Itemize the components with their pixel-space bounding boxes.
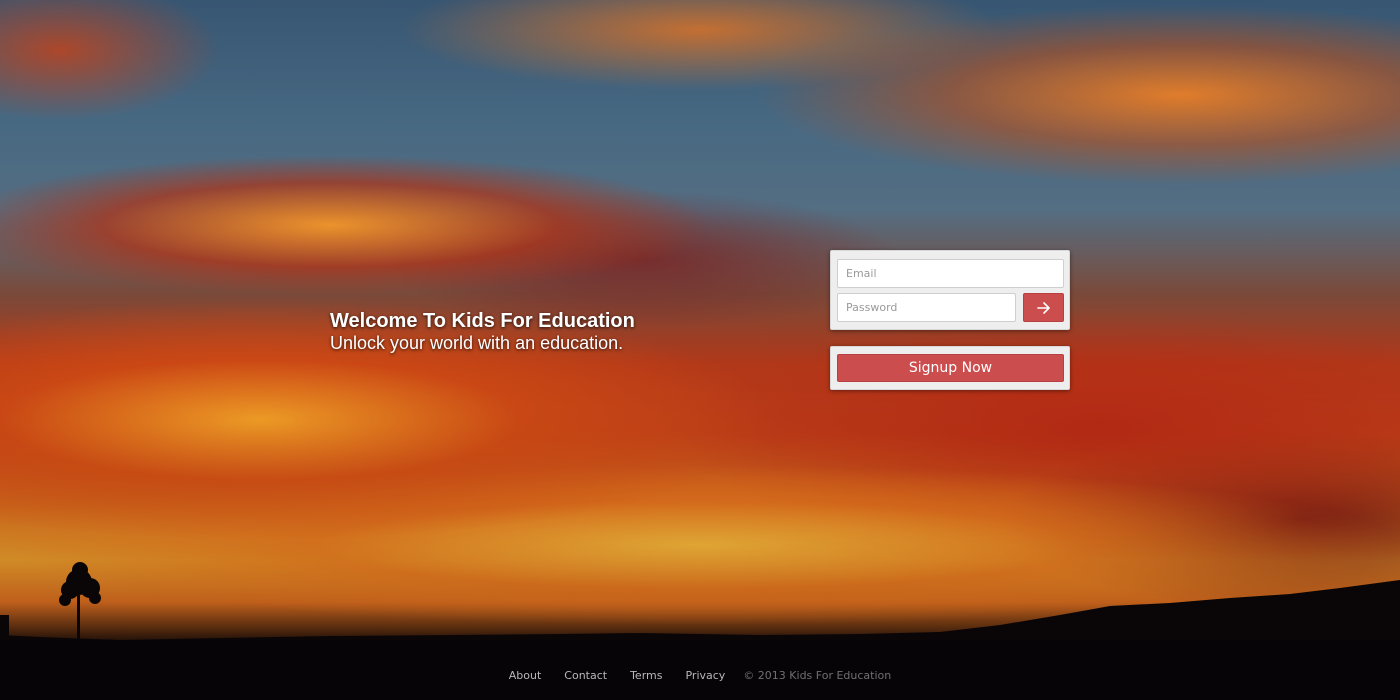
tree-silhouette — [59, 562, 101, 640]
signup-button[interactable]: Signup Now — [837, 354, 1064, 382]
hero-subtitle: Unlock your world with an education. — [330, 333, 624, 353]
footer: About Contact Terms Privacy © 2013 Kids … — [0, 665, 1400, 685]
post-silhouette — [0, 615, 9, 640]
hero-section: Welcome To Kids For Education Unlock you… — [330, 310, 635, 354]
hero-title: Welcome To Kids For Education — [330, 310, 635, 332]
copyright-text: © 2013 Kids For Education — [743, 668, 892, 682]
footer-link-privacy[interactable]: Privacy — [685, 669, 725, 682]
signup-card: Signup Now — [830, 346, 1070, 390]
footer-link-terms[interactable]: Terms — [630, 669, 662, 682]
password-field[interactable] — [837, 293, 1016, 322]
footer-link-about[interactable]: About — [509, 669, 542, 682]
login-submit-button[interactable] — [1023, 293, 1064, 322]
footer-link-contact[interactable]: Contact — [564, 669, 607, 682]
arrow-right-icon — [1036, 301, 1050, 314]
login-card — [830, 250, 1070, 330]
email-field[interactable] — [837, 259, 1064, 288]
